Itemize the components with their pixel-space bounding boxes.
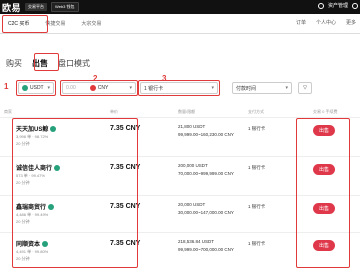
order-limit: 70,000.00~999,999.00 CNY (178, 171, 234, 176)
table-header: 商家 单价 数量/限额 支付方式 交易 0 手续费 (0, 109, 360, 117)
highlight-c2c (2, 15, 48, 33)
highlight-sell-buttons (296, 118, 350, 268)
payment-method: 1 银行卡 (248, 165, 266, 170)
header-merchant: 商家 (4, 109, 12, 114)
highlight-merchant-price (12, 118, 138, 268)
tab-orderbook-mode[interactable]: 盘口模式 (58, 58, 90, 69)
payment-method: 1 银行卡 (248, 241, 266, 246)
highlight-coin (16, 80, 56, 96)
highlight-payment (138, 80, 220, 96)
tab-buy[interactable]: 购买 (6, 58, 22, 69)
available-amount: 21,800 USDT (178, 124, 206, 129)
personal-center-link[interactable]: 个人中心 (316, 19, 336, 26)
top-bar: 欧易 交易平台 Web3 钱包 资产管理 (0, 0, 360, 14)
payment-method: 1 银行卡 (248, 126, 266, 131)
filter-button[interactable]: ▽ (298, 82, 312, 94)
tab-block-trade[interactable]: 大宗交易 (73, 20, 109, 27)
available-amount: 200,000 USDT (178, 163, 208, 168)
web3-wallet-button[interactable]: Web3 钱包 (51, 2, 79, 12)
header-price: 单价 (110, 109, 118, 114)
highlight-sell-tab (34, 53, 59, 71)
header-amount: 数量/限额 (178, 109, 196, 114)
sub-navigation: C2C 买币 快捷交易 大宗交易 订单 个人中心 更多 (0, 14, 360, 34)
filter-icon: ▽ (303, 85, 307, 91)
available-amount: 20,000 USDT (178, 202, 206, 207)
more-link[interactable]: 更多 (346, 19, 356, 26)
payment-method: 1 银行卡 (248, 204, 266, 209)
order-limit: 30,000.00~147,000.00 CNY (178, 210, 234, 215)
user-icon[interactable] (317, 2, 324, 9)
top-right-menu: 资产管理 (317, 2, 358, 9)
header-action: 交易 0 手续费 (313, 109, 338, 114)
available-amount: 218,536.84 USDT (178, 239, 215, 244)
chevron-down-icon: ▾ (285, 85, 288, 91)
subnav-right-links: 订单 个人中心 更多 (296, 19, 356, 26)
payment-time-select[interactable]: 付款时间 ▾ (232, 82, 292, 94)
trade-platform-button[interactable]: 交易平台 (25, 3, 48, 11)
order-limit: 99,999.00~700,000.00 CNY (178, 247, 234, 252)
header-payment: 支付方式 (248, 109, 264, 114)
brand-logo[interactable]: 欧易 (2, 1, 21, 14)
globe-icon[interactable] (352, 2, 358, 9)
asset-management-link[interactable]: 资产管理 (328, 2, 348, 9)
highlight-amount (60, 80, 138, 96)
payment-time-value: 付款时间 (236, 85, 257, 92)
orders-link[interactable]: 订单 (296, 19, 306, 26)
order-limit: 99,999.00~160,230.00 CNY (178, 132, 234, 137)
annotation-1: 1 (4, 82, 9, 91)
